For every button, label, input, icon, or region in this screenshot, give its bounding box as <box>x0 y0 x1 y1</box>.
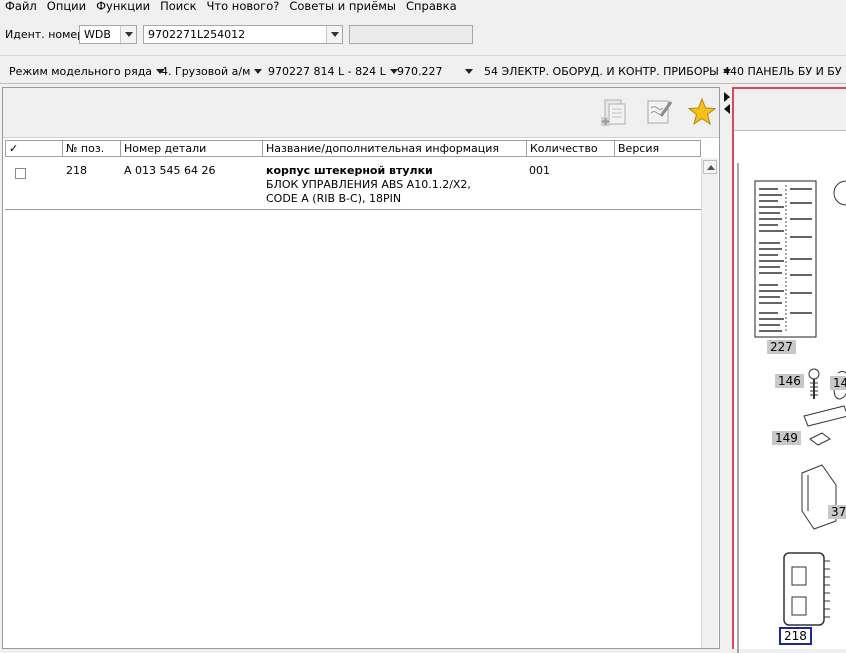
row-info-line1: БЛОК УПРАВЛЕНИЯ ABS A10.1.2/X2, <box>266 178 471 191</box>
diagram-label-227[interactable]: 227 <box>767 340 796 354</box>
ident-number-value: 9702271L254012 <box>148 28 245 41</box>
row-checkbox[interactable] <box>15 168 26 179</box>
breadcrumb-group[interactable]: 54 ЭЛЕКТР. ОБОРУД. И КОНТР. ПРИБОРЫ <box>484 65 731 78</box>
column-header-name[interactable]: Название/дополнительная информация <box>263 141 527 156</box>
diagram-panel: 227 146 14 149 37 218 <box>732 87 846 649</box>
panel-splitter[interactable] <box>722 87 732 649</box>
menu-whats-new[interactable]: Что нового? <box>202 0 285 15</box>
breadcrumb-class[interactable]: 4. Грузовой а/м <box>161 65 262 78</box>
menu-file[interactable]: Файл <box>0 0 42 15</box>
column-header-version[interactable]: Версия <box>615 141 702 156</box>
breadcrumb-model[interactable]: 970227 814 L - 824 L <box>268 65 398 78</box>
diagram-label-149[interactable]: 149 <box>772 431 801 445</box>
ident-number-input[interactable]: 9702271L254012 <box>143 25 343 44</box>
diagram-label-37[interactable]: 37 <box>828 505 846 519</box>
chevron-down-icon[interactable] <box>120 26 136 43</box>
ident-row: Идент. номер WDB 9702271L254012 <box>0 16 846 56</box>
row-part-number: A 013 545 64 26 <box>124 164 216 177</box>
favorite-star-icon[interactable] <box>687 97 717 127</box>
column-header-pos[interactable]: № поз. <box>63 141 121 156</box>
breadcrumb-type[interactable]: 970.227 <box>397 65 473 78</box>
add-to-list-icon[interactable] <box>599 98 629 128</box>
menu-help[interactable]: Справка <box>401 0 462 15</box>
diagram-label-218-selected[interactable]: 218 <box>779 627 812 645</box>
chevron-down-icon <box>465 69 473 74</box>
diagram-label-14[interactable]: 14 <box>830 376 846 390</box>
ident-extra-field[interactable] <box>349 25 473 44</box>
row-part-name: корпус штекерной втулки <box>266 164 433 177</box>
menu-options[interactable]: Опции <box>42 0 91 15</box>
table-row[interactable]: 218 A 013 545 64 26 корпус штекерной вту… <box>5 158 701 210</box>
menu-tips[interactable]: Советы и приёмы <box>284 0 401 15</box>
menu-bar: Файл Опции Функции Поиск Что нового? Сов… <box>0 0 846 15</box>
row-quantity: 001 <box>529 164 550 177</box>
parts-list-panel: ✓ № поз. Номер детали Название/дополните… <box>2 87 720 649</box>
ident-label: Идент. номер <box>5 28 84 41</box>
diagram-toolbar <box>734 89 846 131</box>
ident-prefix-select[interactable]: WDB <box>79 25 137 44</box>
breadcrumb: Режим модельного ряда 4. Грузовой а/м 97… <box>0 58 846 84</box>
chevron-down-icon[interactable] <box>326 26 342 43</box>
row-info-line2: CODE A (RIB B-C), 18PIN <box>266 192 401 205</box>
breadcrumb-mode[interactable]: Режим модельного ряда <box>9 65 164 78</box>
exploded-diagram[interactable] <box>734 163 846 653</box>
parts-toolbar <box>3 88 719 138</box>
chevron-up-icon <box>707 165 715 170</box>
column-header-check[interactable]: ✓ <box>6 141 63 156</box>
column-header-part-number[interactable]: Номер детали <box>121 141 263 156</box>
breadcrumb-subgroup[interactable]: 440 ПАНЕЛЬ БУ И БУ <box>723 65 846 78</box>
table-scrollbar[interactable] <box>701 158 718 648</box>
chevron-down-icon <box>254 69 262 74</box>
diagram-label-146[interactable]: 146 <box>775 374 804 388</box>
column-header-quantity[interactable]: Количество <box>527 141 615 156</box>
notes-icon[interactable] <box>645 98 675 128</box>
row-pos: 218 <box>66 164 87 177</box>
table-header: ✓ № поз. Номер детали Название/дополните… <box>5 140 701 157</box>
menu-functions[interactable]: Функции <box>91 0 155 15</box>
ident-prefix-value: WDB <box>84 28 111 41</box>
scroll-up-button[interactable] <box>703 160 717 174</box>
menu-search[interactable]: Поиск <box>155 0 201 15</box>
